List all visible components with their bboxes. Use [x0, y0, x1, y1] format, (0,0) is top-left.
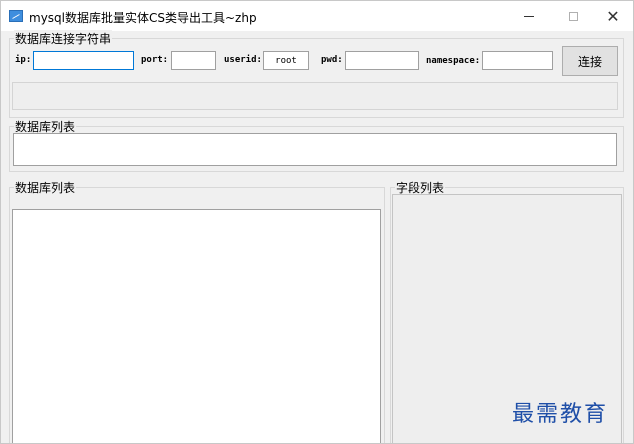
- maximize-button[interactable]: [551, 1, 595, 31]
- connect-button[interactable]: 连接: [562, 46, 618, 76]
- table-list-group-label: 数据库列表: [14, 179, 77, 196]
- ip-label: ip:: [15, 55, 32, 65]
- userid-label: userid:: [224, 55, 262, 65]
- port-label: port:: [141, 55, 169, 65]
- window-title: mysql数据库批量实体CS类导出工具~zhp: [29, 11, 257, 25]
- connection-group-label: 数据库连接字符串: [14, 30, 113, 47]
- app-window: mysql数据库批量实体CS类导出工具~zhp ✕ 数据库连接字符串 ip: p…: [0, 0, 634, 444]
- userid-input[interactable]: root: [263, 51, 309, 70]
- connection-status-bar: [12, 82, 618, 110]
- minimize-button[interactable]: [507, 1, 551, 31]
- close-button[interactable]: ✕: [591, 1, 633, 31]
- port-input[interactable]: [171, 51, 216, 70]
- namespace-input[interactable]: [482, 51, 553, 70]
- app-icon: [9, 10, 23, 22]
- watermark-text: 最需教育: [512, 402, 609, 427]
- ip-input[interactable]: [33, 51, 134, 70]
- pwd-label: pwd:: [321, 55, 343, 65]
- namespace-label: namespace:: [426, 56, 481, 66]
- close-icon: ✕: [606, 6, 620, 26]
- title-bar: mysql数据库批量实体CS类导出工具~zhp ✕: [1, 1, 633, 31]
- maximize-icon: [568, 11, 578, 21]
- pwd-input[interactable]: [345, 51, 419, 70]
- table-list-box[interactable]: [12, 209, 381, 443]
- database-select-box[interactable]: [13, 133, 617, 166]
- minimize-icon: [524, 15, 534, 17]
